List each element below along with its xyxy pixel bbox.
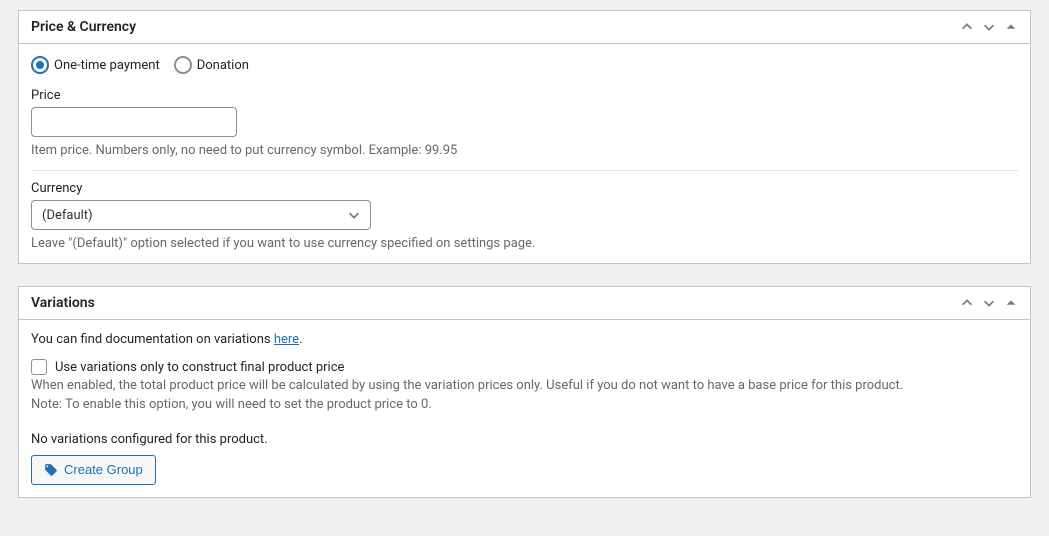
panel-controls <box>960 296 1018 310</box>
radio-label: One-time payment <box>54 58 160 73</box>
price-label: Price <box>31 88 1018 103</box>
radio-unchecked-icon <box>174 56 192 74</box>
create-group-button[interactable]: Create Group <box>31 455 156 485</box>
payment-type-group: One-time payment Donation <box>31 56 1018 74</box>
checkbox-label: Use variations only to construct final p… <box>55 360 344 375</box>
radio-checked-icon <box>31 56 49 74</box>
variations-panel: Variations You can find documentation on… <box>18 286 1031 498</box>
radio-label: Donation <box>197 58 249 73</box>
panel-controls <box>960 20 1018 34</box>
variations-header[interactable]: Variations <box>19 287 1030 320</box>
move-down-icon[interactable] <box>982 296 996 310</box>
price-helper: Item price. Numbers only, no need to put… <box>31 143 1018 158</box>
currency-selected-value: (Default) <box>42 208 93 223</box>
collapse-icon[interactable] <box>1004 296 1018 310</box>
currency-label: Currency <box>31 181 1018 196</box>
price-currency-panel: Price & Currency One-time payment Donati… <box>18 10 1031 264</box>
variations-status: No variations configured for this produc… <box>31 432 1018 447</box>
price-field-section: Price Item price. Numbers only, no need … <box>31 88 1018 171</box>
price-input[interactable] <box>31 107 237 137</box>
radio-donation[interactable]: Donation <box>174 56 249 74</box>
doc-suffix: . <box>299 332 302 347</box>
move-up-icon[interactable] <box>960 20 974 34</box>
radio-one-time[interactable]: One-time payment <box>31 56 160 74</box>
currency-select[interactable]: (Default) <box>31 200 371 230</box>
variations-note-1: When enabled, the total product price wi… <box>31 378 1018 393</box>
price-tag-icon <box>44 463 58 477</box>
variations-note-2: Note: To enable this option, you will ne… <box>31 397 1018 412</box>
doc-link[interactable]: here <box>274 332 299 347</box>
currency-helper: Leave "(Default)" option selected if you… <box>31 236 1018 251</box>
checkbox-unchecked-icon[interactable] <box>31 359 47 375</box>
currency-select-wrap: (Default) <box>31 200 371 230</box>
move-down-icon[interactable] <box>982 20 996 34</box>
doc-prefix: You can find documentation on variations <box>31 332 274 347</box>
collapse-icon[interactable] <box>1004 20 1018 34</box>
use-variations-checkbox-row[interactable]: Use variations only to construct final p… <box>31 359 1018 375</box>
variations-title: Variations <box>31 295 95 311</box>
price-currency-header[interactable]: Price & Currency <box>19 11 1030 44</box>
currency-field-section: Currency (Default) Leave "(Default)" opt… <box>31 181 1018 251</box>
create-group-label: Create Group <box>64 461 143 479</box>
move-up-icon[interactable] <box>960 296 974 310</box>
price-currency-title: Price & Currency <box>31 19 136 35</box>
price-currency-body: One-time payment Donation Price Item pri… <box>19 44 1030 263</box>
variations-body: You can find documentation on variations… <box>19 320 1030 497</box>
variations-doc-line: You can find documentation on variations… <box>31 332 1018 347</box>
